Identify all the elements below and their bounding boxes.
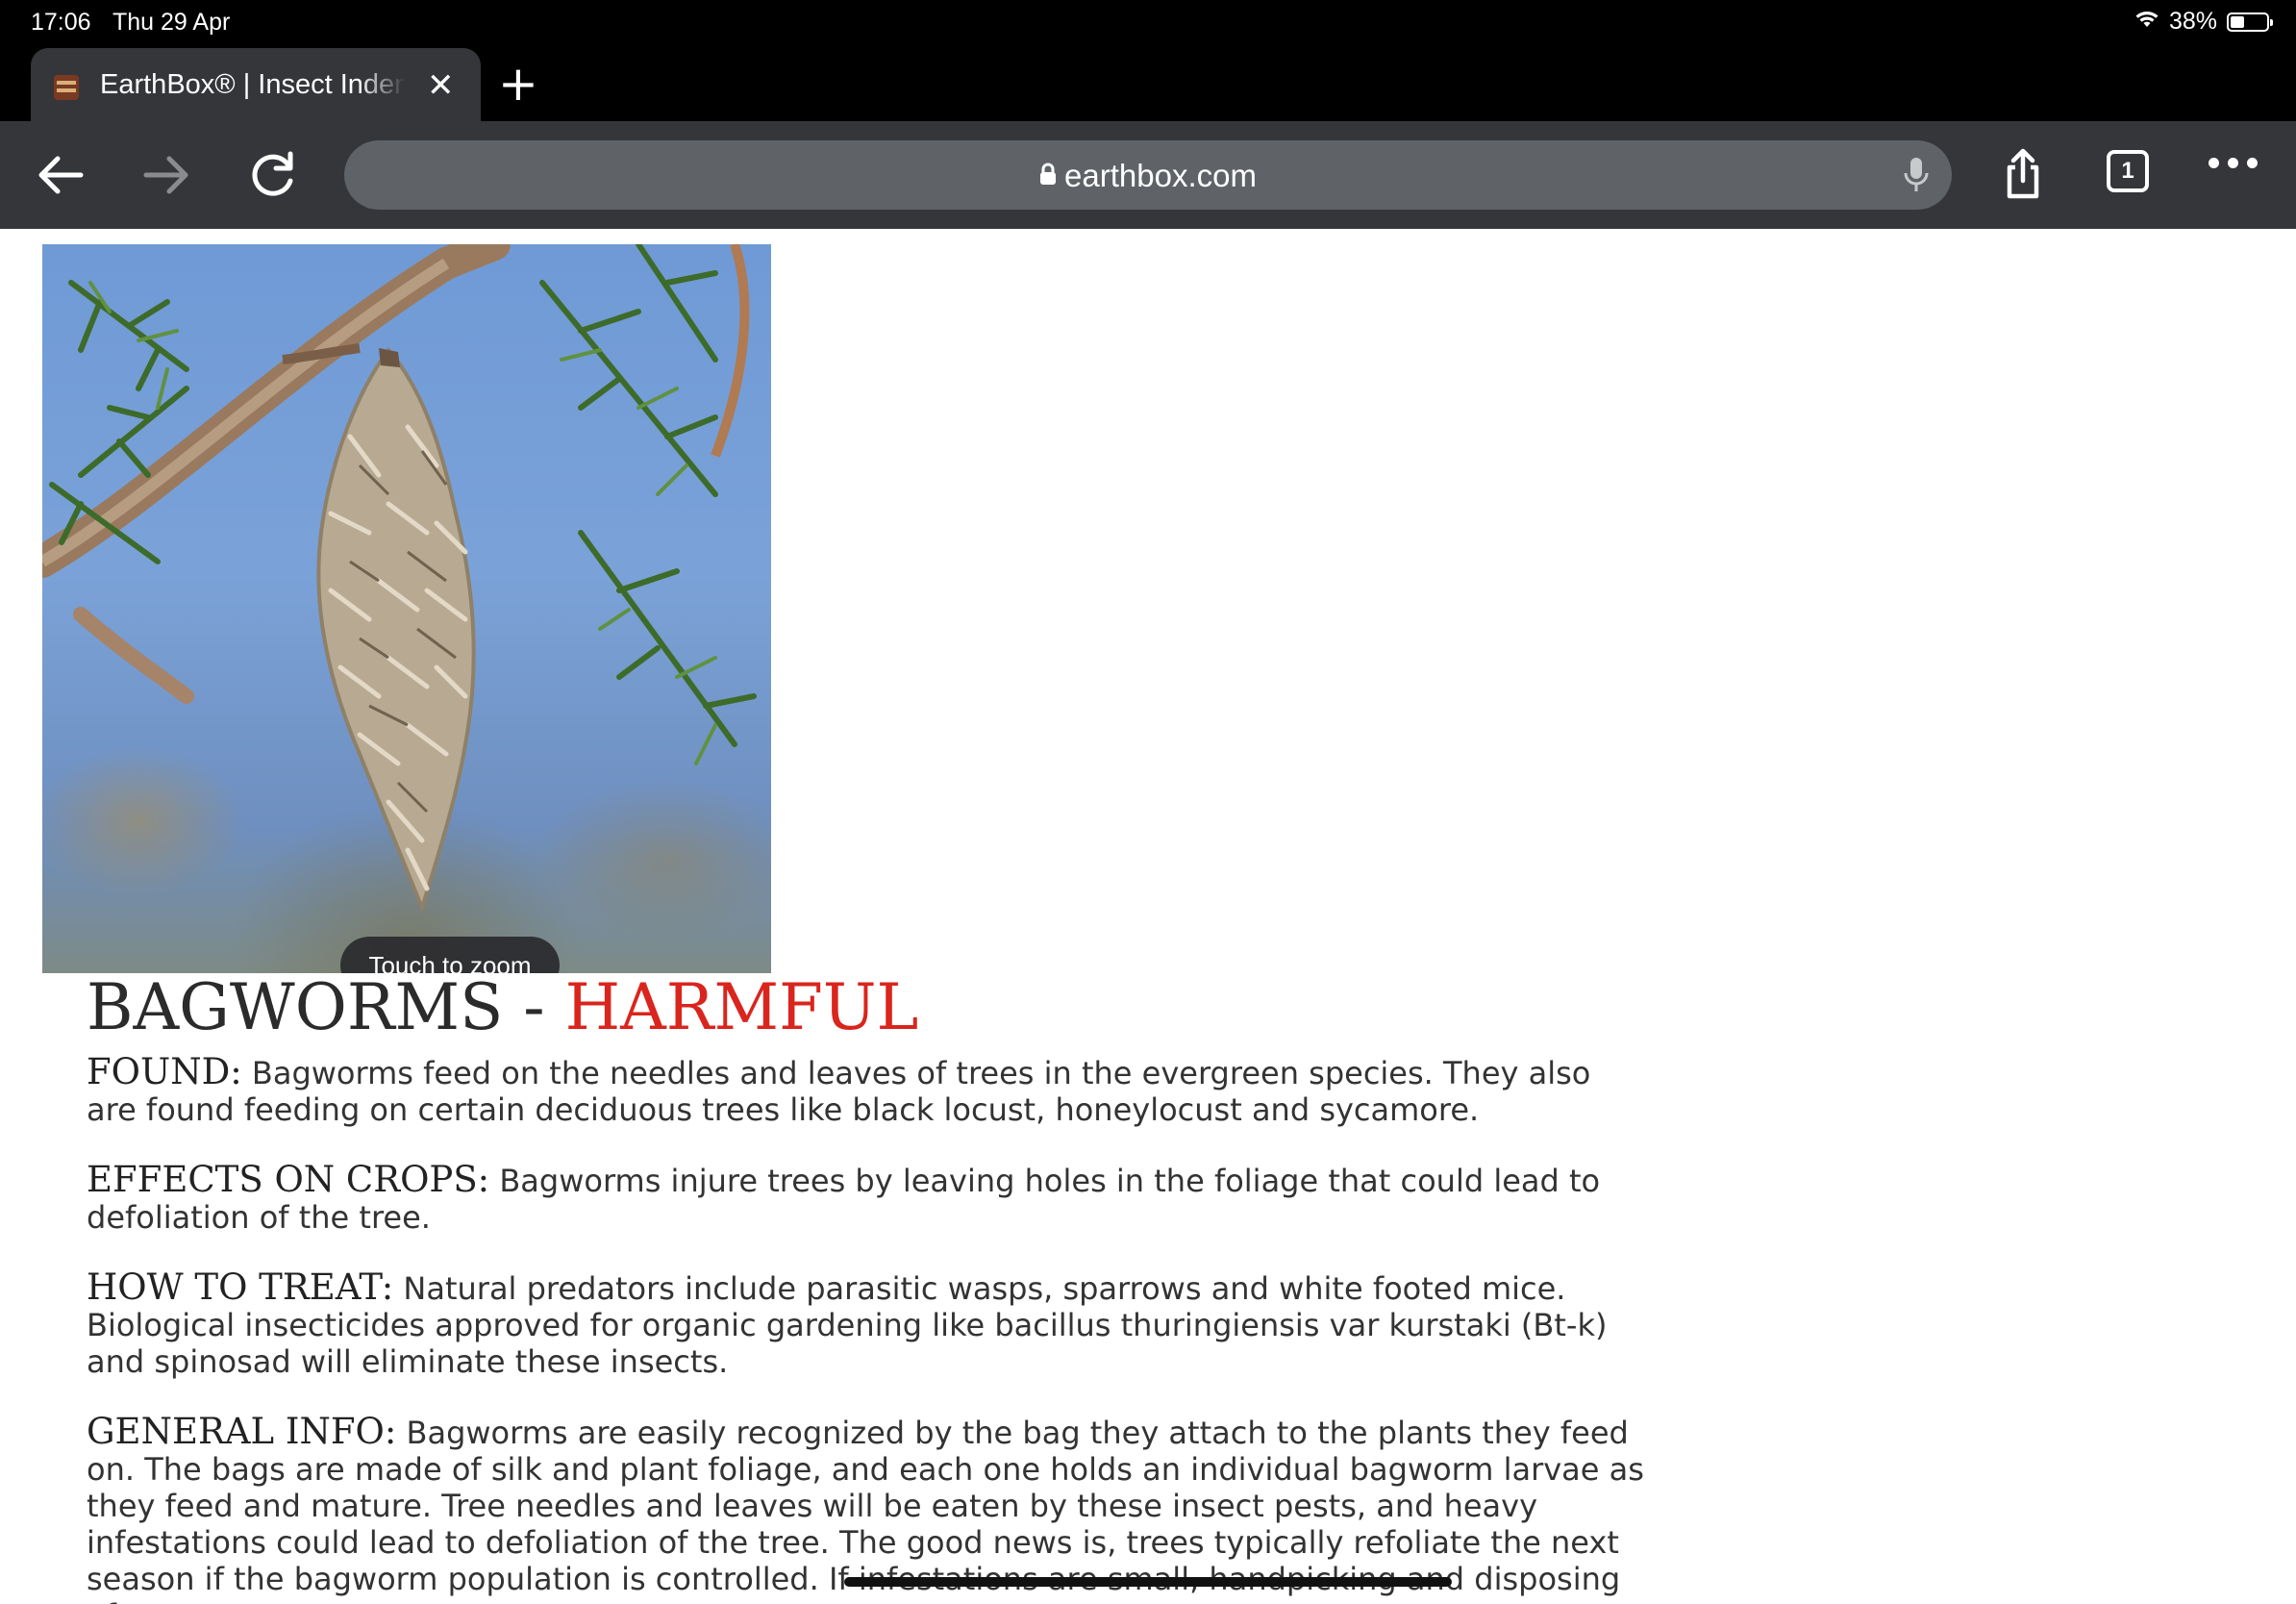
address-bar[interactable]: earthbox.com bbox=[344, 140, 1952, 210]
url-text: earthbox.com bbox=[1064, 158, 1257, 193]
lock-icon bbox=[1039, 157, 1057, 193]
microphone-icon[interactable] bbox=[1902, 156, 1931, 200]
bagworm-photo[interactable]: Touch to zoom bbox=[42, 244, 771, 973]
web-page[interactable]: Touch to zoom BAGWORMS - HARMFUL FOUND: … bbox=[0, 229, 2296, 1604]
reload-icon bbox=[252, 151, 293, 196]
status-indicators: 38% bbox=[2134, 8, 2273, 36]
tab-switcher-button[interactable]: 1 bbox=[2107, 150, 2149, 192]
browser-toolbar: earthbox.com 1 bbox=[0, 121, 2296, 229]
battery-percent: 38% bbox=[2168, 8, 2217, 35]
treat-paragraph: HOW TO TREAT: Natural predators include … bbox=[87, 1266, 1644, 1381]
arrow-right-icon bbox=[143, 156, 188, 194]
battery-level bbox=[2231, 15, 2244, 28]
tab-title: EarthBox® | Insect Indentification bbox=[100, 69, 406, 100]
wifi-icon bbox=[2134, 8, 2159, 36]
arrow-left-icon bbox=[38, 156, 84, 194]
status-time: 17:06 bbox=[31, 9, 91, 36]
found-text: Bagworms feed on the needles and leaves … bbox=[87, 1055, 1591, 1128]
general-info-paragraph: GENERAL INFO: Bagworms are easily recogn… bbox=[87, 1414, 1644, 1604]
share-button[interactable] bbox=[1992, 144, 2054, 206]
page-title: BAGWORMS - HARMFUL bbox=[87, 969, 918, 1046]
browser-tab[interactable]: EarthBox® | Insect Indentification ✕ bbox=[31, 48, 481, 121]
share-icon bbox=[2007, 148, 2039, 199]
found-paragraph: FOUND: Bagworms feed on the needles and … bbox=[87, 1051, 1644, 1129]
harmful-status: HARMFUL bbox=[564, 970, 919, 1044]
found-label: FOUND: bbox=[87, 1051, 242, 1092]
home-indicator[interactable] bbox=[844, 1577, 1452, 1587]
treat-label: HOW TO TREAT: bbox=[87, 1266, 394, 1308]
close-tab-icon[interactable]: ✕ bbox=[427, 69, 455, 102]
earthbox-favicon-icon bbox=[54, 75, 79, 100]
touch-to-zoom-hint[interactable]: Touch to zoom bbox=[340, 937, 560, 973]
status-date: Thu 29 Apr bbox=[112, 9, 231, 36]
effects-label: EFFECTS ON CROPS: bbox=[87, 1159, 490, 1200]
general-info-label: GENERAL INFO: bbox=[87, 1411, 397, 1452]
title-main: BAGWORMS - bbox=[87, 970, 565, 1044]
back-button[interactable] bbox=[31, 144, 92, 206]
effects-paragraph: EFFECTS ON CROPS: Bagworms injure trees … bbox=[87, 1159, 1644, 1237]
reload-button[interactable] bbox=[242, 144, 304, 206]
more-menu-icon[interactable] bbox=[2209, 158, 2258, 168]
status-bar: 17:06 Thu 29 Apr 38% bbox=[0, 0, 2296, 44]
battery-icon bbox=[2227, 12, 2273, 32]
new-tab-button[interactable]: + bbox=[498, 60, 538, 108]
tab-strip: EarthBox® | Insect Indentification ✕ + bbox=[0, 44, 2296, 121]
bagworm-image bbox=[42, 244, 757, 915]
forward-button[interactable] bbox=[135, 144, 196, 206]
